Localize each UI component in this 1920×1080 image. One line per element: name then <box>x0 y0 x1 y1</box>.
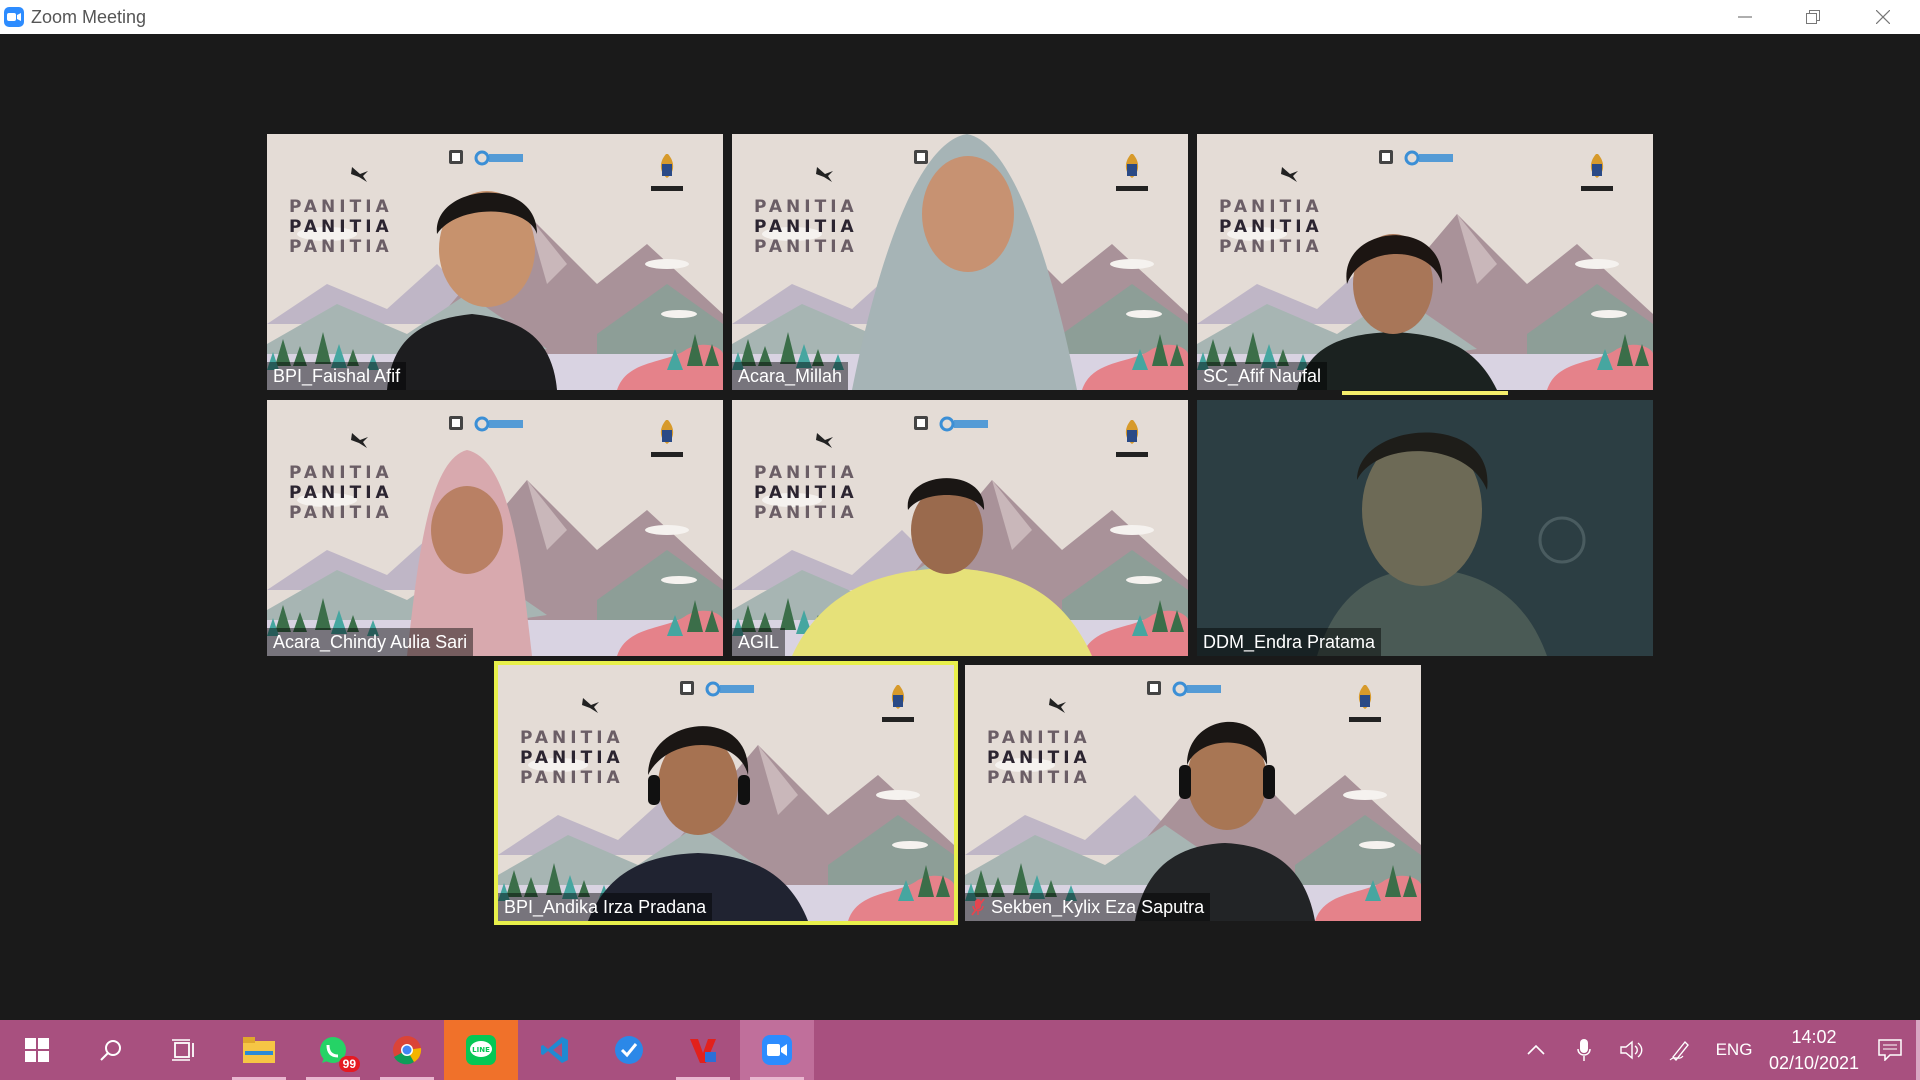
participant-video <box>1197 400 1653 656</box>
participant-tile[interactable]: BPI_Faishal Afif <box>267 134 723 390</box>
participant-name-label: Acara_Millah <box>732 362 849 390</box>
participant-video <box>588 726 808 921</box>
action-center-button[interactable] <box>1864 1020 1916 1080</box>
participant-tile[interactable]: Acara_Millah <box>732 134 1188 390</box>
notification-icon <box>1878 1039 1902 1061</box>
participant-tile[interactable]: AGIL <box>732 400 1188 656</box>
participant-name-label: AGIL <box>732 628 786 656</box>
participant-name-label: DDM_Endra Pratama <box>1197 628 1382 656</box>
window-title: Zoom Meeting <box>31 6 147 27</box>
pen-icon <box>1669 1040 1689 1061</box>
microphone-icon <box>1577 1039 1591 1061</box>
muted-microphone-icon <box>971 898 985 916</box>
participant-video <box>1135 721 1315 921</box>
restore-button[interactable] <box>1778 0 1848 34</box>
chevron-up-icon <box>1527 1045 1545 1055</box>
participant-video <box>387 191 557 390</box>
notification-badge: 99 <box>338 1056 360 1072</box>
taskbar-app-zoom[interactable] <box>740 1020 814 1080</box>
show-desktop-button[interactable] <box>1916 1020 1920 1080</box>
participant-video <box>852 134 1077 390</box>
participant-tile[interactable]: Sekben_Kylix Eza Saputra <box>965 665 1421 921</box>
participant-tile[interactable]: Acara_Chindy Aulia Sari <box>267 400 723 656</box>
task-view-button[interactable] <box>148 1020 222 1080</box>
input-language-indicator[interactable]: ENG <box>1704 1020 1764 1080</box>
microphone-tray-button[interactable] <box>1560 1020 1608 1080</box>
folder-icon <box>243 1037 275 1063</box>
taskbar-app-vscode[interactable] <box>518 1020 592 1080</box>
clock-time: 14:02 <box>1791 1027 1837 1047</box>
window-titlebar: Zoom Meeting <box>0 0 1920 34</box>
close-button[interactable] <box>1848 0 1918 34</box>
system-tray: ENG 14:02 02/10/2021 <box>1512 1020 1920 1080</box>
checkmark-icon <box>615 1036 643 1064</box>
participant-name-label: BPI_Faishal Afif <box>267 362 407 390</box>
app-red-icon <box>690 1039 716 1063</box>
clock-button[interactable]: 14:02 02/10/2021 <box>1764 1020 1864 1080</box>
taskbar-app-todo[interactable] <box>592 1020 666 1080</box>
volume-button[interactable] <box>1608 1020 1656 1080</box>
participant-video <box>792 478 1092 656</box>
taskbar-app-chrome[interactable] <box>370 1020 444 1080</box>
task-view-icon <box>172 1039 194 1061</box>
participant-tile[interactable]: DDM_Endra Pratama <box>1197 400 1653 656</box>
taskbar-app-file-explorer[interactable] <box>222 1020 296 1080</box>
participant-name-label: BPI_Andika Irza Pradana <box>498 893 713 921</box>
vscode-icon <box>541 1037 568 1063</box>
search-button[interactable] <box>74 1020 148 1080</box>
participant-tile[interactable]: SC_Afif Naufal <box>1197 134 1653 390</box>
line-icon: LINE <box>466 1035 496 1065</box>
search-icon <box>100 1040 121 1061</box>
pen-workspace-button[interactable] <box>1656 1020 1704 1080</box>
taskbar-app-red[interactable] <box>666 1020 740 1080</box>
participant-name-label: Sekben_Kylix Eza Saputra <box>965 893 1211 921</box>
participant-name-label: SC_Afif Naufal <box>1197 362 1328 390</box>
zoom-icon <box>762 1035 792 1065</box>
speaking-indicator <box>1342 391 1508 395</box>
participant-tile-active-speaker[interactable]: BPI_Andika Irza Pradana <box>494 661 958 925</box>
speaker-icon <box>1620 1040 1643 1060</box>
show-hidden-icons-button[interactable] <box>1512 1020 1560 1080</box>
svg-text:LINE: LINE <box>472 1046 490 1054</box>
taskbar-app-whatsapp[interactable]: 99 <box>296 1020 370 1080</box>
participant-video <box>1297 234 1497 390</box>
windows-logo-icon <box>25 1038 49 1062</box>
participant-video <box>407 450 532 656</box>
clock-date: 02/10/2021 <box>1768 1053 1860 1073</box>
zoom-app-icon <box>4 7 24 27</box>
taskbar-app-line[interactable]: LINE <box>444 1020 518 1080</box>
chrome-icon <box>393 1036 422 1065</box>
minimize-button[interactable] <box>1710 0 1780 34</box>
start-button[interactable] <box>0 1020 74 1080</box>
participant-name-label: Acara_Chindy Aulia Sari <box>267 628 474 656</box>
